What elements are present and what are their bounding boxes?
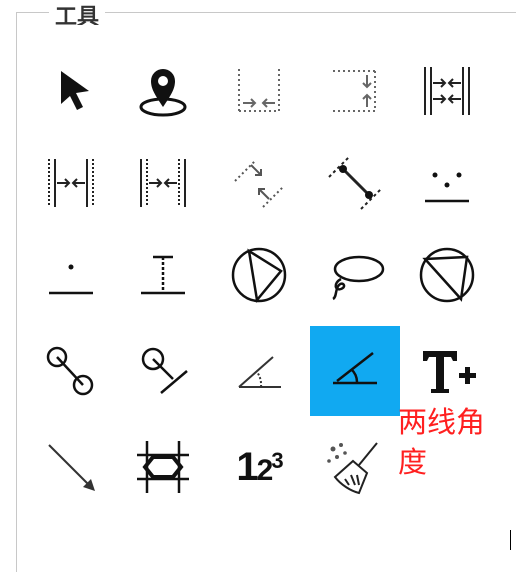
gap-distance-icon: [424, 67, 470, 115]
slanted-distance-icon: [234, 160, 284, 208]
width-measure-icon: [48, 159, 94, 207]
angle-tool-button[interactable]: [214, 326, 304, 416]
circle-to-line-icon: [141, 347, 188, 394]
text-add-icon: [423, 351, 476, 393]
horizontal-distance-tool-button[interactable]: [214, 46, 304, 136]
point-to-point-tool-button[interactable]: [310, 138, 400, 228]
circle-fit-tool-button[interactable]: [402, 230, 492, 320]
circle-to-circle-tool-button[interactable]: [26, 326, 116, 416]
numbering-icon: 123: [236, 444, 283, 489]
map-pin-icon: [139, 69, 187, 117]
circle-fit-icon: [419, 247, 475, 303]
two-line-angle-tool-button[interactable]: [310, 326, 400, 416]
point-tool-button[interactable]: [118, 46, 208, 136]
points-to-line-icon: [425, 172, 469, 203]
tools-group-title: 工具: [49, 5, 106, 25]
slanted-distance-tool-button[interactable]: [214, 138, 304, 228]
horizontal-distance-icon: [238, 69, 280, 112]
clear-tool-button[interactable]: [310, 422, 400, 512]
width-measure-alt-tool-button[interactable]: [118, 138, 208, 228]
tool-tooltip-label: 两线角度: [398, 405, 486, 479]
numbering-tool-button[interactable]: 123: [214, 422, 304, 512]
circle-to-line-tool-button[interactable]: [118, 326, 208, 416]
point-to-point-icon: [328, 156, 382, 210]
vertical-distance-icon: [333, 70, 376, 112]
width-measure-alt-icon: [140, 159, 186, 207]
point-to-line-icon: [49, 264, 93, 295]
text-cursor: [510, 530, 511, 550]
arrow-line-icon: [48, 444, 95, 491]
circle-three-point-icon: [231, 247, 287, 303]
lasso-icon: [332, 255, 385, 301]
height-measure-icon: [141, 255, 185, 295]
vertical-distance-tool-button[interactable]: [310, 46, 400, 136]
angle-icon: [238, 356, 281, 388]
circle-three-point-tool-button[interactable]: [214, 230, 304, 320]
crossed-rectangle-icon: [137, 441, 189, 493]
two-line-angle-icon: [333, 352, 377, 385]
crossed-rectangle-tool-button[interactable]: [118, 422, 208, 512]
width-measure-tool-button[interactable]: [26, 138, 116, 228]
arrow-cursor-icon: [61, 71, 89, 110]
broom-icon: [327, 442, 378, 495]
points-to-line-tool-button[interactable]: [402, 138, 492, 228]
lasso-tool-button[interactable]: [310, 230, 400, 320]
arrow-line-tool-button[interactable]: [26, 422, 116, 512]
circle-to-circle-icon: [46, 346, 94, 396]
height-measure-tool-button[interactable]: [118, 230, 208, 320]
gap-distance-tool-button[interactable]: [402, 46, 492, 136]
select-tool-button[interactable]: [26, 46, 116, 136]
point-to-line-tool-button[interactable]: [26, 230, 116, 320]
